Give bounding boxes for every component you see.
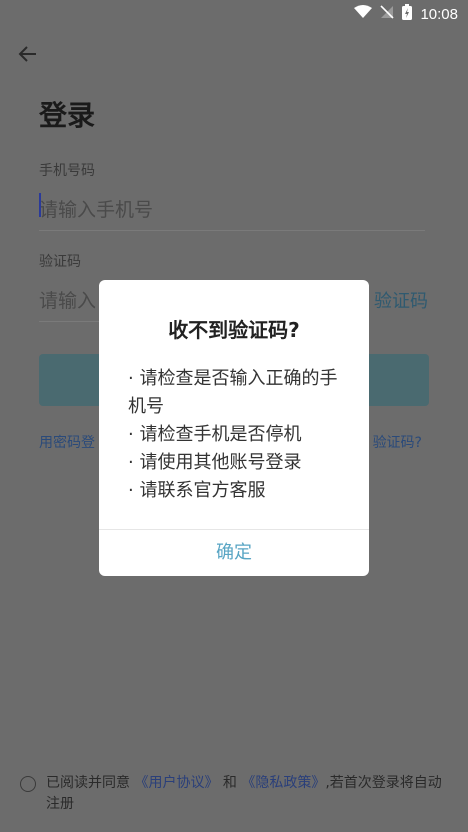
dialog-item: · 请联系官方客服 [128, 480, 266, 501]
page-title: 登录 [39, 99, 96, 132]
code-placeholder: 请输入 [39, 290, 97, 312]
phone-input[interactable]: 请输入手机号 [39, 195, 425, 231]
ok-button[interactable]: 确定 [99, 530, 369, 576]
agree-radio[interactable] [20, 776, 36, 792]
dialog-item: · 请检查是否输入正确的手机号 [128, 368, 338, 417]
phone-label: 手机号码 [39, 163, 95, 179]
code-label: 验证码 [39, 254, 81, 270]
get-code-button[interactable]: 验证码 [374, 287, 428, 313]
privacy-policy-link[interactable]: 《隐私政策》 [241, 775, 325, 791]
user-agreement-link[interactable]: 《用户协议》 [134, 775, 218, 791]
agree-and: 和 [222, 775, 237, 791]
dialog-body: · 请检查是否输入正确的手机号 · 请检查手机是否停机 · 请使用其他账号登录 … [128, 365, 348, 505]
agree-prefix: 已阅读并同意 [46, 775, 130, 791]
text-caret [39, 193, 41, 217]
phone-placeholder: 请输入手机号 [39, 199, 154, 221]
no-code-link[interactable]: 验证码? [373, 432, 422, 452]
dialog-item: · 请检查手机是否停机 [128, 424, 302, 445]
password-login-link[interactable]: 用密码登 [39, 432, 95, 452]
dialog-item: · 请使用其他账号登录 [128, 452, 302, 473]
agreement-row: 已阅读并同意 《用户协议》 和 《隐私政策》,若首次登录将自动注册 [20, 773, 450, 815]
back-arrow-icon[interactable] [16, 42, 40, 66]
dialog-title: 收不到验证码? [168, 318, 300, 342]
no-code-dialog: 收不到验证码? · 请检查是否输入正确的手机号 · 请检查手机是否停机 · 请使… [99, 280, 369, 576]
